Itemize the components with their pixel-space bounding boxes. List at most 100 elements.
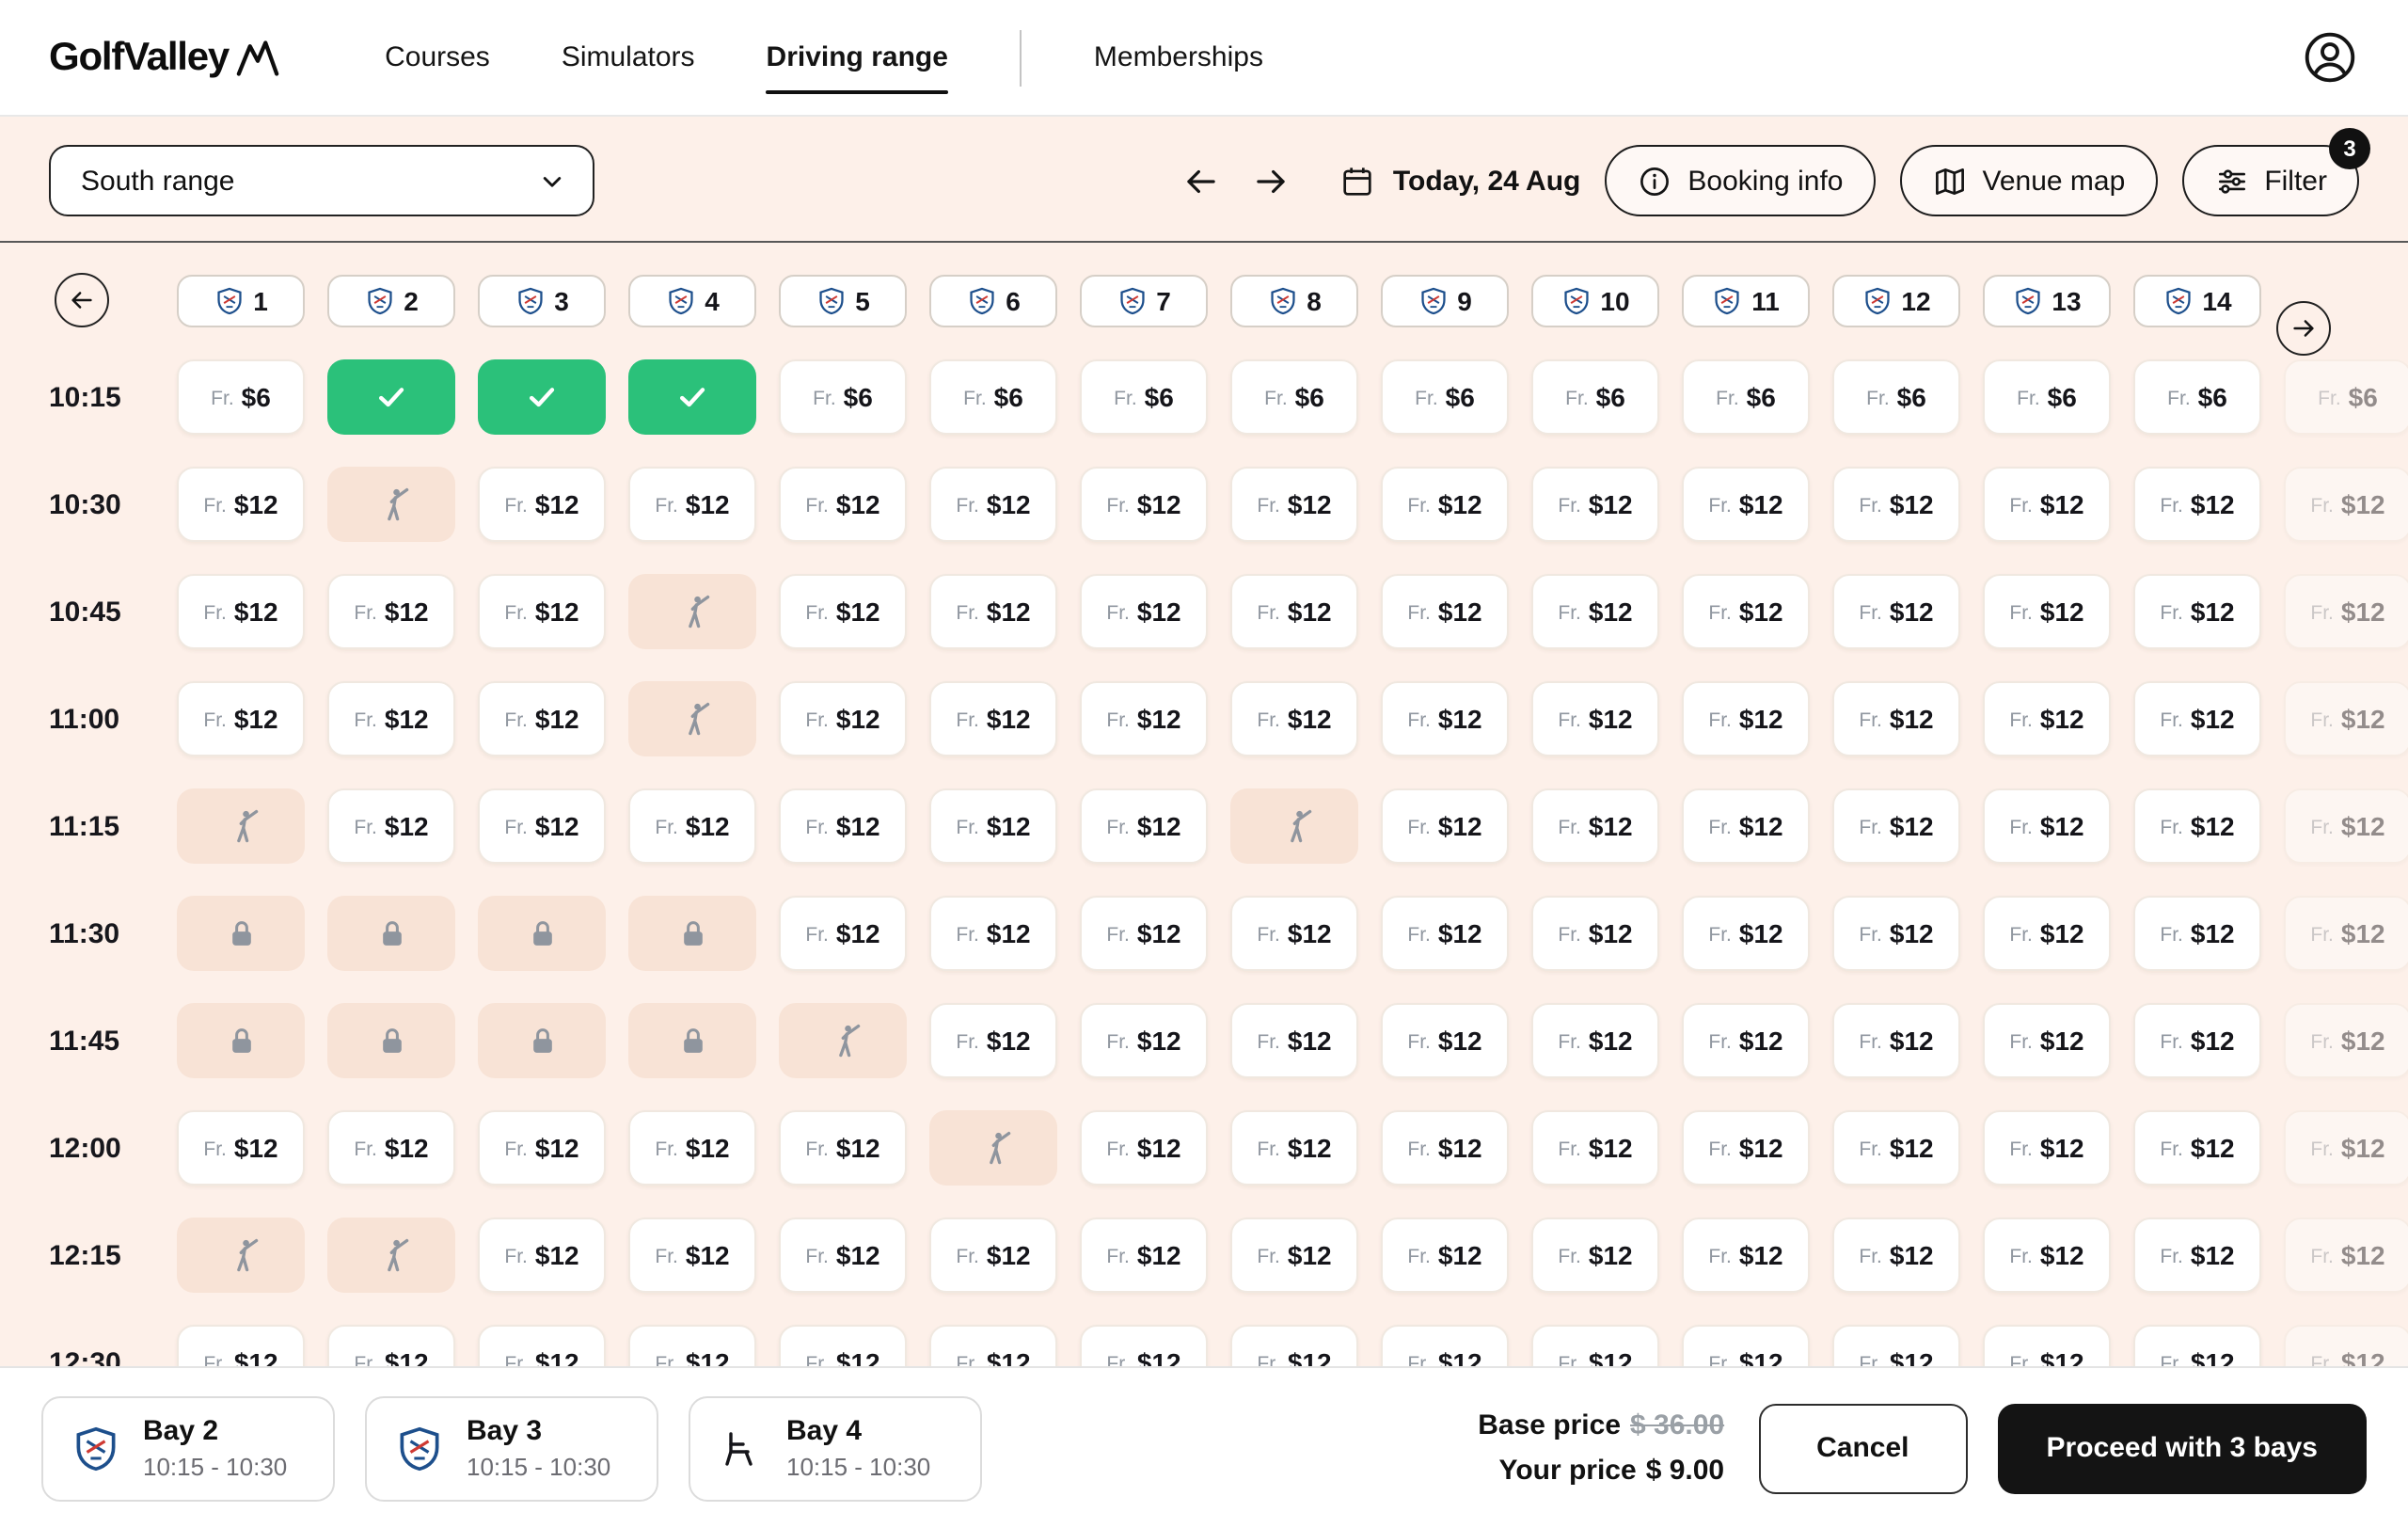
slot-available[interactable]: Fr.$12 bbox=[1682, 467, 1810, 542]
slot-selected[interactable] bbox=[327, 359, 455, 435]
bay-header-5[interactable]: 5 bbox=[779, 274, 907, 326]
slot-available[interactable]: Fr.$12 bbox=[929, 681, 1057, 756]
slot-available[interactable]: Fr.$12 bbox=[177, 681, 305, 756]
slot-available[interactable]: Fr.$6 bbox=[1983, 359, 2111, 435]
selection-chip-bay-2[interactable]: Bay 2 10:15 - 10:30 bbox=[41, 1395, 335, 1501]
selection-chip-bay-3[interactable]: Bay 3 10:15 - 10:30 bbox=[365, 1395, 658, 1501]
slot-available[interactable]: Fr.$12 bbox=[1983, 788, 2111, 864]
slot-available[interactable]: Fr.$6 bbox=[1381, 359, 1509, 435]
slot-available[interactable]: Fr.$12 bbox=[779, 1218, 907, 1293]
slot-available[interactable]: Fr.$6 bbox=[1230, 359, 1358, 435]
slot-available[interactable]: Fr.$12 bbox=[478, 574, 606, 649]
slot-available[interactable]: Fr.$12 bbox=[779, 574, 907, 649]
slot-available[interactable]: Fr.$12 bbox=[1080, 788, 1208, 864]
slot-available[interactable]: Fr.$12 bbox=[1230, 1110, 1358, 1186]
slot-available[interactable]: Fr.$12 bbox=[2133, 467, 2261, 542]
slot-available[interactable]: Fr.$12 bbox=[1832, 1003, 1960, 1078]
date-display[interactable]: Today, 24 Aug bbox=[1340, 163, 1580, 199]
slot-available[interactable]: Fr.$12 bbox=[1832, 788, 1960, 864]
slot-available[interactable]: Fr.$12 bbox=[177, 574, 305, 649]
slot-available[interactable]: Fr.$12 bbox=[1080, 896, 1208, 971]
slot-available[interactable]: Fr.$6 bbox=[1531, 359, 1659, 435]
slot-available[interactable]: Fr.$12 bbox=[1832, 1218, 1960, 1293]
slot-available[interactable]: Fr.$12 bbox=[1080, 1110, 1208, 1186]
slot-available[interactable]: Fr.$12 bbox=[1230, 467, 1358, 542]
slot-available[interactable]: Fr.$12 bbox=[1832, 681, 1960, 756]
slot-available[interactable]: Fr.$12 bbox=[1682, 896, 1810, 971]
slot-available[interactable]: Fr.$12 bbox=[1531, 574, 1659, 649]
slot-available[interactable]: Fr.$12 bbox=[1080, 1218, 1208, 1293]
slot-selected[interactable] bbox=[478, 359, 606, 435]
nav-item-driving-range[interactable]: Driving range bbox=[767, 34, 948, 81]
range-select[interactable]: South range bbox=[49, 145, 594, 216]
slot-available[interactable]: Fr.$12 bbox=[1230, 896, 1358, 971]
slot-available[interactable]: Fr.$12 bbox=[1230, 1218, 1358, 1293]
selection-chip-bay-4[interactable]: Bay 4 10:15 - 10:30 bbox=[689, 1395, 982, 1501]
slot-available[interactable]: Fr.$12 bbox=[1381, 681, 1509, 756]
bay-header-6[interactable]: 6 bbox=[929, 274, 1057, 326]
slot-available[interactable]: Fr.$12 bbox=[1531, 681, 1659, 756]
slot-available[interactable]: Fr.$12 bbox=[1381, 896, 1509, 971]
slot-available[interactable]: Fr.$12 bbox=[1983, 681, 2111, 756]
slot-available[interactable]: Fr.$12 bbox=[1832, 896, 1960, 971]
slot-available[interactable]: Fr.$12 bbox=[779, 788, 907, 864]
slot-available[interactable]: Fr.$12 bbox=[779, 1110, 907, 1186]
slot-available[interactable]: Fr.$12 bbox=[1832, 1110, 1960, 1186]
slot-available[interactable]: Fr.$12 bbox=[177, 1110, 305, 1186]
slot-available[interactable]: Fr.$12 bbox=[1230, 681, 1358, 756]
slot-available[interactable]: Fr.$12 bbox=[1230, 1003, 1358, 1078]
slot-available[interactable]: Fr.$12 bbox=[327, 1110, 455, 1186]
slot-available[interactable]: Fr.$12 bbox=[1832, 574, 1960, 649]
slot-available[interactable]: Fr.$12 bbox=[1983, 1003, 2111, 1078]
account-button[interactable] bbox=[2301, 28, 2359, 87]
slot-available[interactable]: Fr.$12 bbox=[1230, 574, 1358, 649]
slot-available[interactable]: Fr.$12 bbox=[1381, 1003, 1509, 1078]
slot-available[interactable]: Fr.$12 bbox=[1682, 681, 1810, 756]
slot-available[interactable]: Fr.$12 bbox=[929, 574, 1057, 649]
slot-available[interactable]: Fr.$12 bbox=[2133, 788, 2261, 864]
slot-available[interactable]: Fr.$12 bbox=[1531, 896, 1659, 971]
slot-available[interactable]: Fr.$12 bbox=[628, 1110, 756, 1186]
slot-available[interactable]: Fr.$12 bbox=[327, 681, 455, 756]
slot-available[interactable]: Fr.$12 bbox=[929, 1218, 1057, 1293]
nav-item-courses[interactable]: Courses bbox=[385, 34, 490, 81]
slot-available[interactable]: Fr.$12 bbox=[779, 467, 907, 542]
slot-available[interactable]: Fr.$12 bbox=[1381, 1218, 1509, 1293]
slot-available[interactable]: Fr.$12 bbox=[1381, 574, 1509, 649]
slot-available[interactable]: Fr.$6 bbox=[1682, 359, 1810, 435]
filter-button[interactable]: Filter 3 bbox=[2181, 145, 2359, 216]
bay-header-9[interactable]: 9 bbox=[1381, 274, 1509, 326]
slot-available[interactable]: Fr.$12 bbox=[1381, 1110, 1509, 1186]
slot-available[interactable]: Fr.$12 bbox=[478, 1110, 606, 1186]
slot-available[interactable]: Fr.$12 bbox=[2133, 896, 2261, 971]
slot-available[interactable]: Fr.$12 bbox=[1832, 467, 1960, 542]
slot-available[interactable]: Fr.$12 bbox=[1080, 574, 1208, 649]
slot-available[interactable]: Fr.$12 bbox=[1080, 1003, 1208, 1078]
slot-available[interactable]: Fr.$12 bbox=[177, 467, 305, 542]
slot-available[interactable]: Fr.$12 bbox=[1381, 788, 1509, 864]
slot-available[interactable]: Fr.$12 bbox=[1682, 1003, 1810, 1078]
cancel-button[interactable]: Cancel bbox=[1758, 1403, 1967, 1493]
slot-available[interactable]: Fr.$12 bbox=[2133, 1110, 2261, 1186]
slot-available[interactable]: Fr.$12 bbox=[2133, 681, 2261, 756]
slot-available[interactable]: Fr.$12 bbox=[478, 1218, 606, 1293]
slot-available[interactable]: Fr.$12 bbox=[2133, 1218, 2261, 1293]
nav-item-memberships[interactable]: Memberships bbox=[1094, 34, 1263, 81]
slot-available[interactable]: Fr.$6 bbox=[2133, 359, 2261, 435]
bay-header-8[interactable]: 8 bbox=[1230, 274, 1358, 326]
slot-available[interactable]: Fr.$6 bbox=[177, 359, 305, 435]
slot-available[interactable]: Fr.$12 bbox=[2133, 574, 2261, 649]
slot-available[interactable]: Fr.$6 bbox=[1080, 359, 1208, 435]
bay-header-2[interactable]: 2 bbox=[327, 274, 455, 326]
slot-available[interactable]: Fr.$12 bbox=[1381, 467, 1509, 542]
bay-header-1[interactable]: 1 bbox=[177, 274, 305, 326]
slot-available[interactable]: Fr.$12 bbox=[1531, 788, 1659, 864]
brand-logo[interactable]: GolfValley bbox=[49, 35, 279, 80]
slot-available[interactable]: Fr.$6 bbox=[1832, 359, 1960, 435]
bay-header-10[interactable]: 10 bbox=[1531, 274, 1659, 326]
prev-day-button[interactable] bbox=[1179, 157, 1226, 204]
booking-info-button[interactable]: Booking info bbox=[1605, 145, 1875, 216]
scroll-bays-left-button[interactable] bbox=[55, 273, 109, 327]
bay-header-11[interactable]: 11 bbox=[1682, 274, 1810, 326]
slot-available[interactable]: Fr.$12 bbox=[1983, 574, 2111, 649]
